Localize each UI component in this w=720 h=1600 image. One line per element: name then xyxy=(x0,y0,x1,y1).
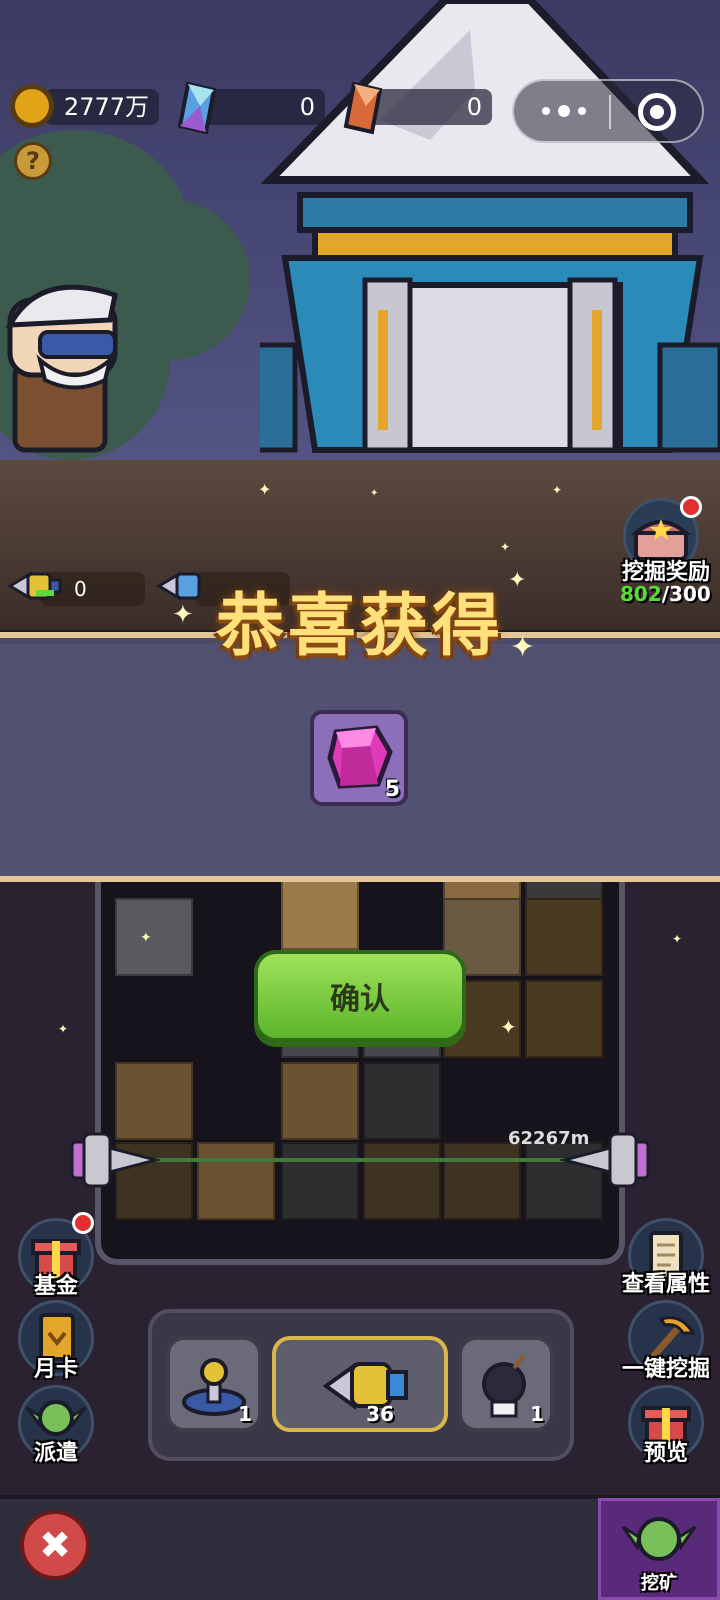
mine-tab[interactable]: 挖矿 xyxy=(598,1498,720,1600)
confirm-button[interactable]: 确认 xyxy=(254,950,466,1042)
depth-marker-right-icon xyxy=(560,1132,650,1188)
reward-item: 5 xyxy=(310,710,408,806)
dispatch-label: 派遣 xyxy=(33,1441,78,1466)
sparkle-icon: ✦ xyxy=(510,630,536,665)
bomb-tool-button[interactable]: 1 xyxy=(458,1336,554,1432)
sparkle-icon: ✦ xyxy=(500,540,511,554)
close-button[interactable]: ✖ xyxy=(20,1510,90,1580)
stone-tile xyxy=(115,898,193,976)
sparkle-icon: ✦ xyxy=(508,568,527,593)
game-screen: { "hud": { "gold": "2777万", "crystal_blu… xyxy=(0,0,720,1600)
more-options-icon[interactable] xyxy=(542,103,586,119)
gold-value: 2777万 xyxy=(63,93,149,121)
ore-tile xyxy=(281,1062,359,1140)
sparkle-icon: ✦ xyxy=(500,1015,517,1039)
radar-count: 1 xyxy=(238,1402,252,1426)
blue-crystal-value: 0 xyxy=(299,93,315,121)
month-card-label: 月卡 xyxy=(33,1357,78,1382)
gold-coin-icon xyxy=(10,84,54,128)
fund-label: 基金 xyxy=(33,1274,78,1299)
sparkle-icon: ✦ xyxy=(140,930,152,946)
drill-icon xyxy=(322,1362,408,1410)
orange-crystal-counter: 0 xyxy=(365,89,492,125)
blue-crystal-icon xyxy=(177,81,217,135)
ore-tile xyxy=(281,880,359,950)
sparkle-icon: ✦ xyxy=(552,483,563,497)
capsule-divider xyxy=(609,95,611,129)
bomb-count: 1 xyxy=(530,1402,544,1426)
gold-counter: 2777万 xyxy=(45,89,159,125)
miner-character xyxy=(5,284,118,453)
miniprogram-capsule xyxy=(512,79,704,143)
notification-dot xyxy=(72,1212,94,1234)
close-miniprogram-icon[interactable] xyxy=(638,93,676,131)
drill-tool-count: 36 xyxy=(366,1402,394,1426)
depth-line xyxy=(150,1158,570,1162)
mine-shaft xyxy=(95,880,625,1265)
orange-crystal-icon xyxy=(343,81,383,135)
ore-tile xyxy=(443,1142,521,1220)
sparkle-icon: ✦ xyxy=(258,480,272,499)
depth-marker-left-icon xyxy=(70,1132,160,1188)
notification-dot xyxy=(680,496,702,518)
ore-tile xyxy=(525,980,603,1058)
preview-label: 预览 xyxy=(643,1441,688,1466)
one-click-dig-label: 一键挖掘 xyxy=(621,1357,710,1382)
sparkle-icon: ✦ xyxy=(58,1022,69,1036)
goblin-miner-icon xyxy=(621,1517,697,1561)
sparkle-icon: ✦ xyxy=(672,932,683,946)
sparkle-icon: ✦ xyxy=(172,600,194,630)
stone-tile xyxy=(363,1062,441,1140)
reward-item-count: 5 xyxy=(384,777,400,802)
stone-tile xyxy=(281,1142,359,1220)
mine-tab-label: 挖矿 xyxy=(641,1573,677,1594)
help-button[interactable]: ? xyxy=(14,142,52,180)
ore-tile xyxy=(197,1142,275,1220)
sparkle-icon: ✦ xyxy=(370,488,379,499)
reward-title: 恭喜获得 xyxy=(215,587,504,666)
blue-crystal-counter: 0 xyxy=(200,89,325,125)
view-attributes-label: 查看属性 xyxy=(621,1272,710,1297)
ore-tile xyxy=(525,898,603,976)
orange-crystal-value: 0 xyxy=(466,93,482,121)
drill-tool-button[interactable]: 36 xyxy=(272,1336,448,1432)
temple-illustration xyxy=(260,0,720,453)
radar-tool-button[interactable]: 1 xyxy=(166,1336,262,1432)
ore-tile xyxy=(363,1142,441,1220)
